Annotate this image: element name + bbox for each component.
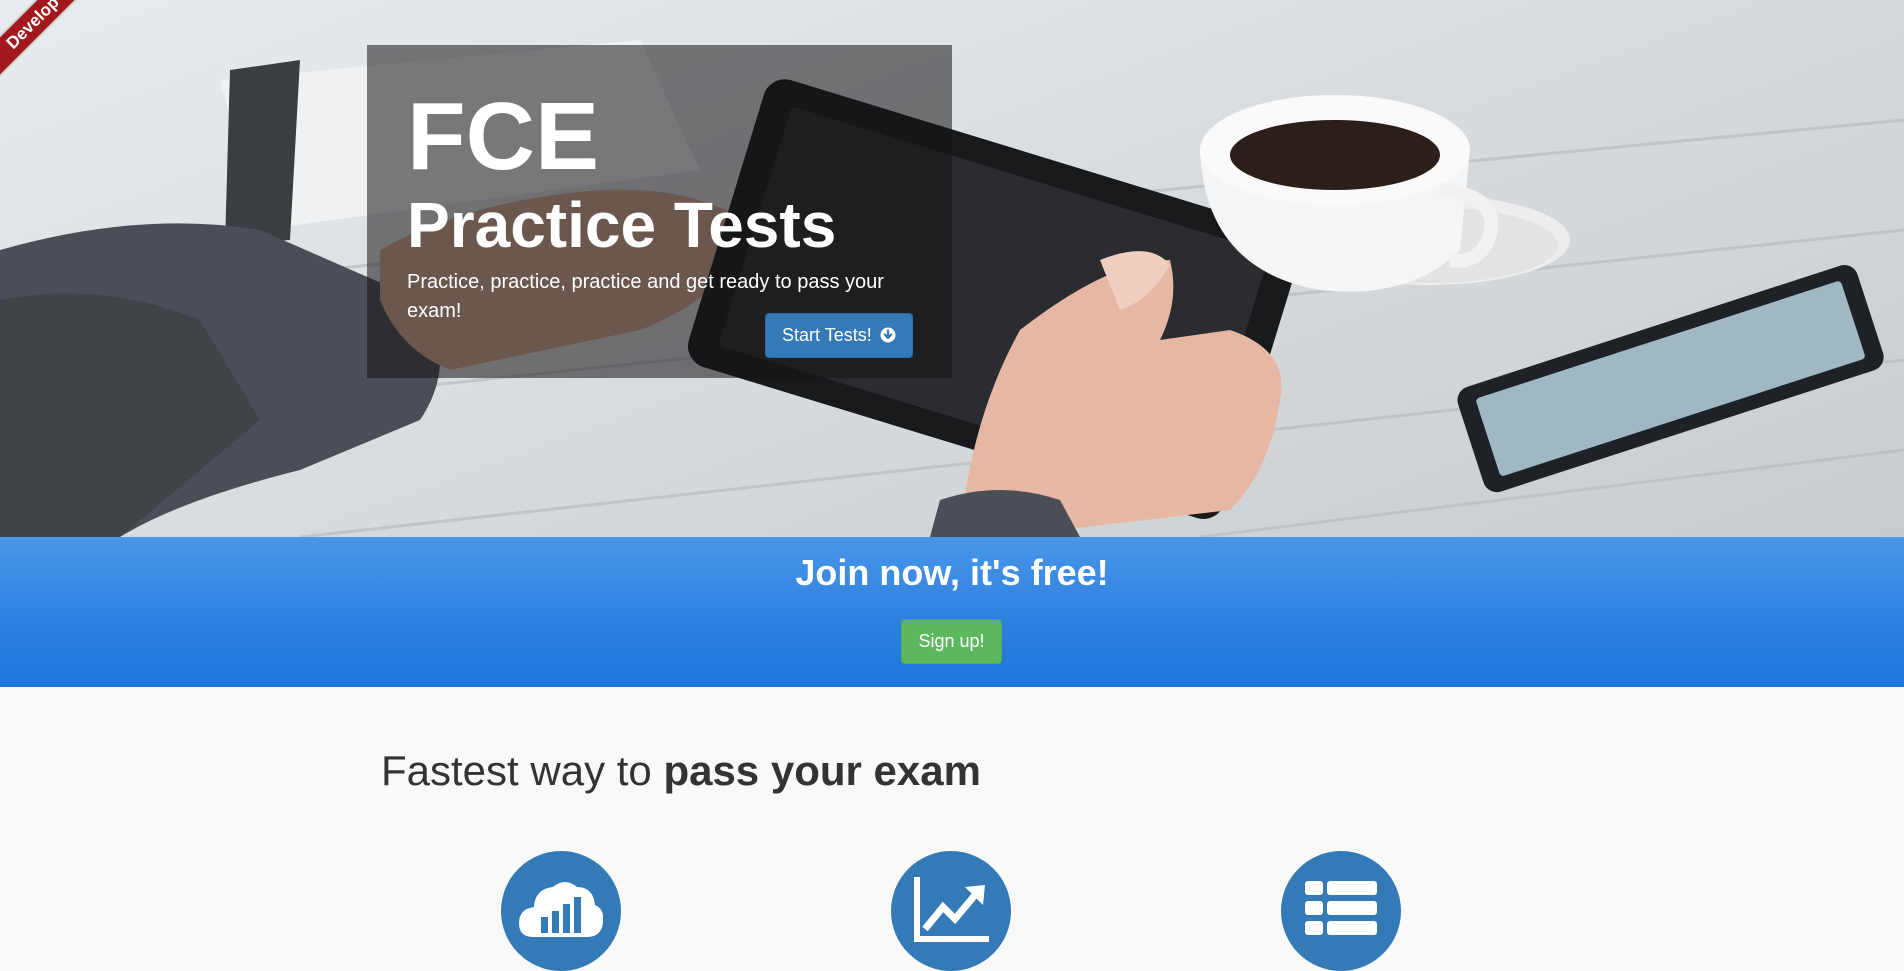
hero-section: Develop FCE Practice Tests Practice, pra… (0, 0, 1904, 537)
hero-subtitle: Practice Tests (407, 189, 837, 261)
join-title: Join now, it's free! (795, 552, 1109, 593)
start-tests-button[interactable]: Start Tests! (765, 313, 913, 358)
hero-panel: FCE Practice Tests Practice, practice, p… (367, 45, 952, 378)
start-tests-label: Start Tests! (782, 325, 872, 345)
feature-line-chart (891, 851, 1011, 971)
cloud-chart-icon (519, 882, 603, 937)
line-chart-icon (914, 877, 989, 942)
feature-cloud-chart (501, 851, 621, 971)
features-heading: Fastest way to pass your exam (381, 747, 981, 795)
sign-up-button[interactable]: Sign up! (901, 619, 1002, 664)
feature-list (1281, 851, 1401, 971)
features-heading-normal: Fastest way to (381, 747, 664, 794)
features-section: Fastest way to pass your exam (0, 687, 1904, 971)
join-banner: Join now, it's free! Sign up! (0, 537, 1904, 687)
arrow-circle-down-icon (880, 316, 896, 359)
list-icon (1305, 881, 1377, 935)
hero-title: FCE (407, 83, 599, 190)
hero-background-image (0, 40, 1904, 537)
features-heading-bold: pass your exam (663, 747, 981, 794)
